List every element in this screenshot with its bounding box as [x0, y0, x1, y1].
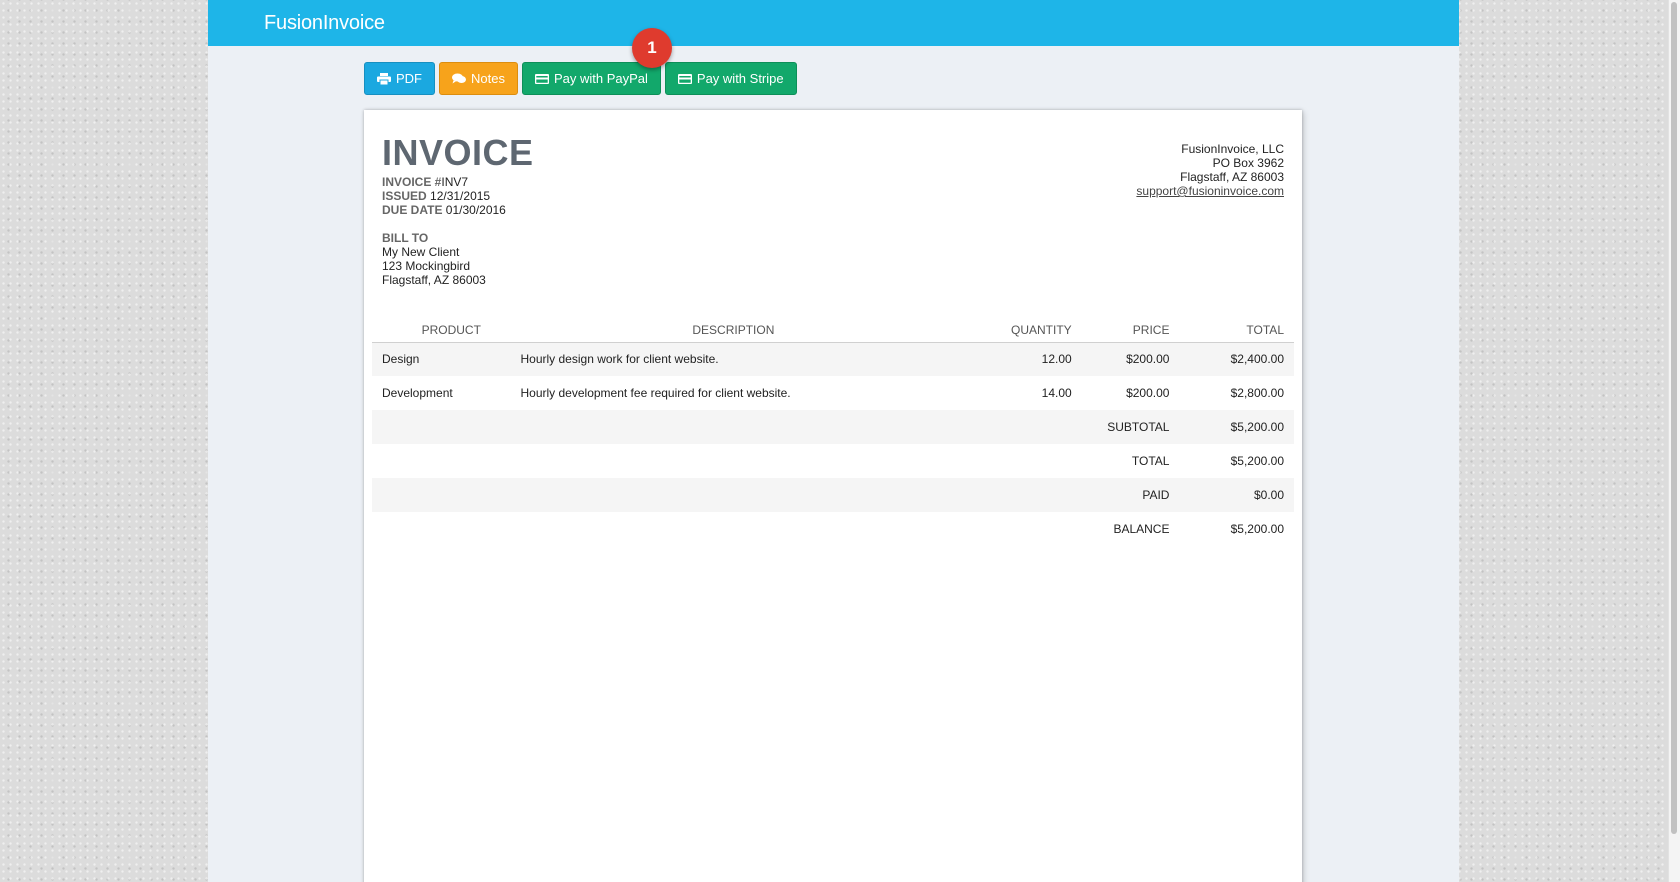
action-toolbar: PDF Notes Pay with PayPal Pay with Strip…	[364, 62, 797, 95]
credit-card-icon	[677, 73, 692, 85]
item-total: $2,800.00	[1230, 386, 1284, 400]
total-row: TOTAL $5,200.00	[372, 444, 1294, 478]
pay-with-paypal-button[interactable]: Pay with PayPal	[521, 62, 661, 95]
company-name: FusionInvoice, LLC	[1181, 142, 1284, 156]
comments-icon	[452, 73, 466, 85]
table-row: Design Hourly design work for client web…	[372, 342, 1294, 376]
bill-to-label: BILL TO	[382, 231, 429, 245]
issued-row: ISSUED 12/31/2015	[382, 189, 506, 203]
company-block: FusionInvoice, LLC PO Box 3962 Flagstaff…	[1136, 142, 1284, 198]
issued-label: ISSUED	[382, 189, 427, 203]
due-date-row: DUE DATE 01/30/2016	[382, 203, 506, 217]
issued-date: 12/31/2015	[430, 189, 491, 203]
bill-to-block: BILL TO My New Client 123 Mockingbird Fl…	[382, 231, 486, 287]
table-header-row: PRODUCT DESCRIPTION QUANTITY PRICE TOTAL	[372, 318, 1294, 343]
client-address-line1: 123 Mockingbird	[382, 259, 471, 273]
col-header-quantity: QUANTITY	[956, 318, 1082, 343]
table-row: Development Hourly development fee requi…	[372, 376, 1294, 410]
item-description: Hourly design work for client website.	[520, 352, 719, 367]
invoice-document: INVOICE INVOICE #INV7 ISSUED 12/31/2015 …	[364, 110, 1302, 882]
item-product: Development	[382, 386, 453, 400]
invoice-title: INVOICE	[382, 132, 534, 173]
pay-with-stripe-label: Pay with Stripe	[696, 71, 784, 86]
pay-with-stripe-button[interactable]: Pay with Stripe	[664, 62, 797, 95]
client-address-line2: Flagstaff, AZ 86003	[382, 273, 486, 287]
scrollbar-thumb[interactable]	[1671, 2, 1677, 834]
vertical-scrollbar[interactable]	[1668, 0, 1680, 882]
pay-with-paypal-label: Pay with PayPal	[553, 71, 648, 86]
item-description: Hourly development fee required for clie…	[520, 386, 791, 400]
subtotal-label: SUBTOTAL	[1107, 420, 1170, 434]
invoice-number-row: INVOICE #INV7	[382, 175, 506, 189]
subtotal-value: $5,200.00	[1230, 420, 1284, 434]
total-value: $5,200.00	[1230, 454, 1284, 468]
client-name: My New Client	[382, 245, 460, 259]
step-badge: 1	[632, 28, 672, 68]
item-total: $2,400.00	[1230, 352, 1284, 367]
top-navbar: FusionInvoice	[208, 0, 1459, 46]
pdf-button[interactable]: PDF	[364, 62, 435, 95]
brand-logo[interactable]: FusionInvoice	[264, 12, 385, 35]
item-quantity: 14.00	[1041, 386, 1072, 400]
company-address-line2: Flagstaff, AZ 86003	[1180, 170, 1284, 184]
notes-button[interactable]: Notes	[439, 62, 518, 95]
notes-button-label: Notes	[471, 71, 505, 86]
pdf-button-label: PDF	[396, 71, 422, 86]
item-quantity: 12.00	[1041, 352, 1072, 367]
invoice-number-label: INVOICE #	[382, 175, 442, 189]
col-header-total: TOTAL	[1179, 318, 1294, 343]
balance-row: BALANCE $5,200.00	[372, 512, 1294, 546]
app-window: FusionInvoice PDF Notes Pay with PayPal …	[208, 0, 1459, 882]
col-header-description: DESCRIPTION	[510, 318, 957, 343]
due-date-label: DUE DATE	[382, 203, 443, 217]
item-price: $200.00	[1126, 352, 1170, 367]
balance-value: $5,200.00	[1230, 522, 1284, 536]
total-label: TOTAL	[1131, 454, 1170, 468]
printer-icon	[377, 72, 391, 85]
invoice-meta: INVOICE #INV7 ISSUED 12/31/2015 DUE DATE…	[382, 175, 506, 217]
balance-label: BALANCE	[1113, 522, 1170, 536]
item-price: $200.00	[1126, 386, 1170, 400]
company-email-link[interactable]: support@fusioninvoice.com	[1136, 184, 1284, 198]
paid-label: PAID	[1142, 488, 1170, 502]
credit-card-icon	[534, 73, 549, 85]
company-address-line1: PO Box 3962	[1212, 156, 1284, 170]
invoice-items-table: PRODUCT DESCRIPTION QUANTITY PRICE TOTAL…	[372, 318, 1294, 546]
col-header-price: PRICE	[1081, 318, 1180, 343]
subtotal-row: SUBTOTAL $5,200.00	[372, 410, 1294, 444]
item-product: Design	[382, 352, 420, 367]
paid-row: PAID $0.00	[372, 478, 1294, 512]
paid-value: $0.00	[1253, 488, 1284, 502]
due-date: 01/30/2016	[445, 203, 506, 217]
col-header-product: PRODUCT	[372, 318, 511, 343]
invoice-number: INV7	[441, 175, 469, 189]
